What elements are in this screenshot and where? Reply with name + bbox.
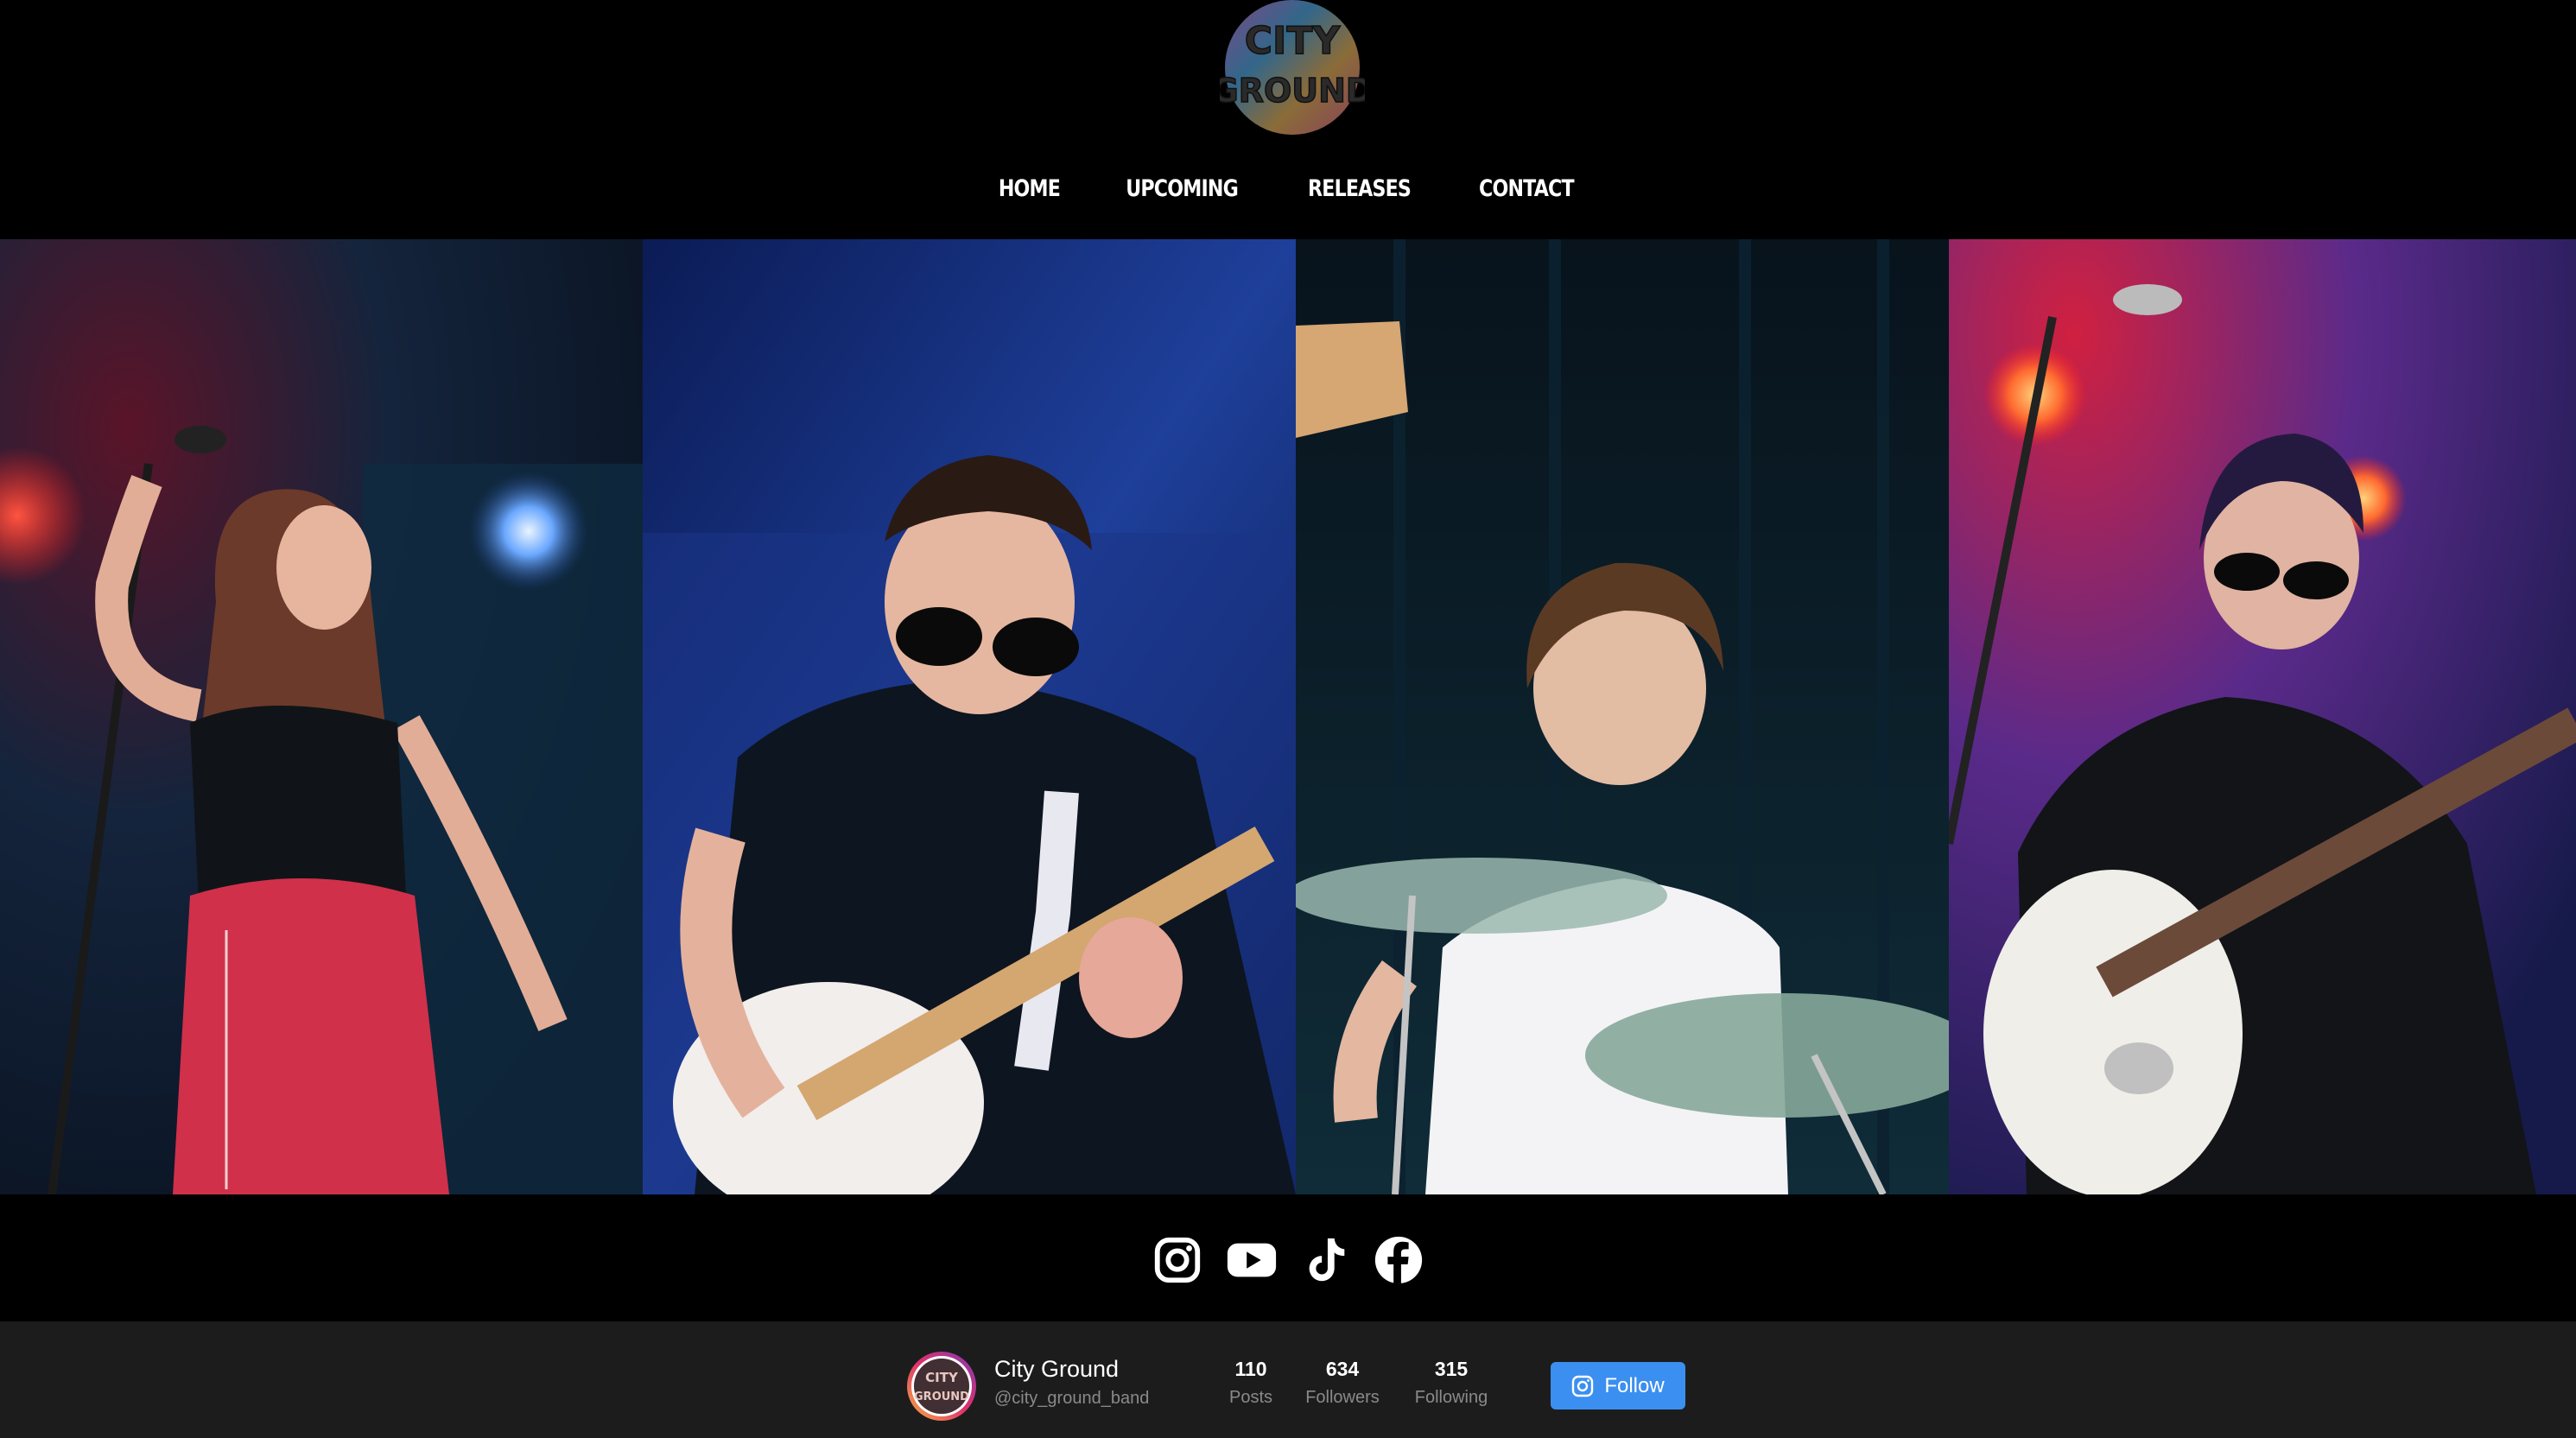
stat-posts-value: 110: [1234, 1358, 1267, 1380]
stat-followers: 634 Followers: [1296, 1358, 1389, 1408]
nav-releases[interactable]: RELEASES: [1308, 169, 1412, 209]
tiktok-icon[interactable]: [1299, 1233, 1353, 1287]
stat-followers-label: Followers: [1305, 1388, 1380, 1407]
nav-home[interactable]: HOME: [999, 169, 1061, 209]
youtube-icon[interactable]: [1223, 1233, 1280, 1287]
avatar[interactable]: CITY GROUND: [905, 1350, 978, 1422]
band-photo-gallery: [0, 239, 2576, 1194]
follow-button[interactable]: Follow: [1551, 1362, 1685, 1409]
follow-button-label: Follow: [1604, 1373, 1665, 1397]
stat-posts-label: Posts: [1228, 1388, 1273, 1407]
instagram-icon: [1572, 1375, 1594, 1397]
vocalist-photo: [0, 239, 643, 1194]
stat-following-value: 315: [1434, 1358, 1469, 1380]
avatar-text-bottom: GROUND: [914, 1390, 969, 1403]
drummer-photo: [1296, 239, 1949, 1194]
avatar-text-top: CITY: [925, 1370, 959, 1385]
logo-text-bottom: GROUND: [1220, 72, 1365, 110]
facebook-icon[interactable]: [1372, 1233, 1425, 1287]
site-logo[interactable]: CITY GROUND: [1220, 0, 1365, 138]
instagram-icon[interactable]: [1151, 1233, 1204, 1287]
nav-upcoming[interactable]: UPCOMING: [1126, 169, 1239, 209]
bassist-photo: [1949, 239, 2576, 1194]
stat-following-label: Following: [1414, 1388, 1488, 1407]
stat-followers-value: 634: [1325, 1358, 1360, 1380]
logo-text-top: CITY: [1245, 19, 1342, 63]
stat-following: 315 Following: [1404, 1358, 1499, 1408]
guitarist-photo: [643, 239, 1296, 1194]
profile-handle[interactable]: @city_ground_band: [994, 1389, 1149, 1409]
social-links: [0, 1233, 2576, 1289]
nav-contact[interactable]: CONTACT: [1479, 169, 1575, 209]
page: CITY GROUND HOME UPCOMING RELEASES CONTA…: [0, 0, 2576, 1438]
stat-posts: 110 Posts: [1216, 1358, 1285, 1408]
instagram-follow-bar: CITY GROUND City Ground @city_ground_ban…: [0, 1321, 2576, 1438]
main-nav: HOME UPCOMING RELEASES CONTACT: [0, 169, 2576, 209]
profile-name[interactable]: City Ground: [994, 1356, 1119, 1383]
